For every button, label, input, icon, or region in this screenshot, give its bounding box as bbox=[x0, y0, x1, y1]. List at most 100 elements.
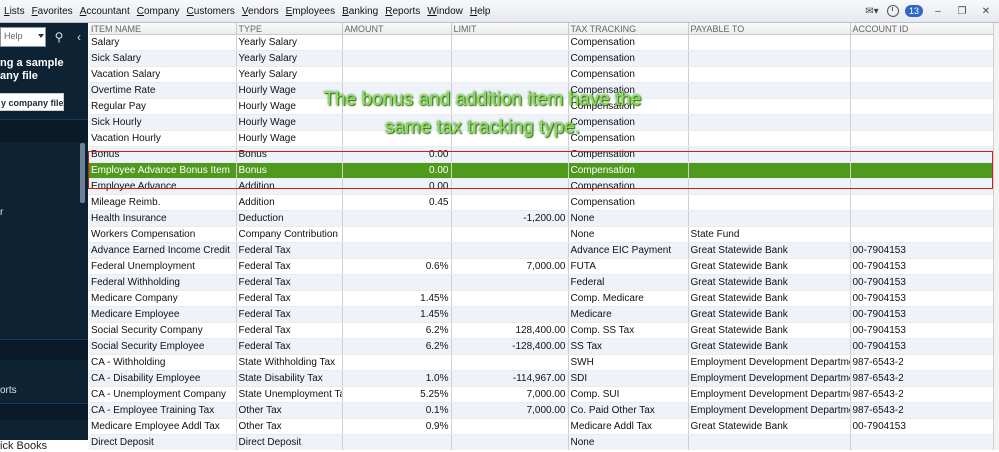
table-scrollbar[interactable] bbox=[993, 23, 999, 450]
column-header-tax-tracking[interactable]: TAX TRACKING bbox=[568, 23, 689, 35]
sidebar-item-label[interactable]: r bbox=[0, 207, 3, 218]
sidebar-scrollbar[interactable] bbox=[80, 143, 85, 203]
cell-account-id bbox=[850, 98, 993, 115]
table-row[interactable]: Vacation Hourly Hourly Wage Compensation bbox=[89, 130, 993, 147]
table-row[interactable]: Salary Yearly Salary Compensation bbox=[89, 34, 993, 51]
column-header-amount[interactable]: AMOUNT bbox=[342, 23, 452, 35]
table-row[interactable]: Sick Hourly Hourly Wage Compensation bbox=[89, 114, 993, 131]
menu-customers[interactable]: Customers bbox=[187, 6, 235, 17]
cell-amount bbox=[342, 66, 452, 83]
cell-payable-to bbox=[688, 50, 851, 67]
cell-item-name: Mileage Reimb. bbox=[89, 194, 237, 211]
cell-type: State Disability Tax bbox=[236, 370, 343, 387]
cell-type: State Withholding Tax bbox=[236, 354, 343, 371]
table-row[interactable]: Medicare Company Federal Tax 1.45% Comp. Me… bbox=[89, 290, 993, 307]
cell-item-name: CA - Unemployment Company bbox=[89, 386, 237, 403]
table-row[interactable]: CA - Withholding State Withholding Tax SWH… bbox=[89, 354, 993, 371]
restore-icon[interactable]: ❐ bbox=[953, 4, 971, 18]
table-row[interactable]: Advance Earned Income Credit Federal Tax A… bbox=[89, 242, 993, 259]
menu-vendors[interactable]: Vendors bbox=[242, 6, 279, 17]
column-header-limit[interactable]: LIMIT bbox=[451, 23, 569, 35]
table-row[interactable]: Medicare Employee Addl Tax Other Tax 0.9% M… bbox=[89, 418, 993, 435]
table-row[interactable]: Employee Advance Addition 0.00 Compensation bbox=[89, 178, 993, 195]
cell-item-name: Sick Hourly bbox=[89, 114, 237, 131]
open-company-file-button[interactable]: y company file bbox=[0, 93, 64, 111]
table-row[interactable]: Employee Advance Bonus Item Bonus 0.00 Comp… bbox=[89, 162, 993, 179]
payroll-item-table: ITEM NAME TYPE AMOUNT LIMIT TAX TRACKING PAYA… bbox=[89, 23, 993, 450]
cell-tax-tracking: None bbox=[568, 434, 689, 450]
table-row[interactable]: Social Security Employee Federal Tax 6.2% -… bbox=[89, 338, 993, 355]
menu-reports[interactable]: Reports bbox=[385, 6, 420, 17]
table-row[interactable]: Mileage Reimb. Addition 0.45 Compensation bbox=[89, 194, 993, 211]
cell-amount bbox=[342, 226, 452, 243]
table-row[interactable]: Bonus Bonus 0.00 Compensation bbox=[89, 146, 993, 163]
cell-type: Hourly Wage bbox=[236, 114, 343, 131]
left-sidebar: Help ⚲ ‹ ng a sample any file y company … bbox=[0, 23, 88, 440]
cell-account-id bbox=[850, 210, 993, 227]
payroll-item-list: ITEM NAME TYPE AMOUNT LIMIT TAX TRACKING PAYA… bbox=[89, 23, 993, 450]
cell-amount: 5.25% bbox=[342, 386, 452, 403]
reminders-count-badge[interactable]: 13 bbox=[904, 5, 923, 17]
table-row[interactable]: CA - Employee Training Tax Other Tax 0.1% 7… bbox=[89, 402, 993, 419]
menu-employees[interactable]: Employees bbox=[286, 6, 335, 17]
message-icon[interactable]: ✉▾ bbox=[863, 4, 881, 18]
cell-amount bbox=[342, 242, 452, 259]
cell-payable-to bbox=[688, 210, 851, 227]
cell-payable-to: Great Statewide Bank bbox=[688, 322, 851, 339]
cell-account-id: 987-6543-2 bbox=[850, 370, 993, 387]
column-header-payable-to[interactable]: PAYABLE TO bbox=[688, 23, 851, 35]
cell-type: Hourly Wage bbox=[236, 130, 343, 147]
menu-accountant[interactable]: Accountant bbox=[80, 6, 130, 17]
table-row[interactable]: Regular Pay Hourly Wage Compensation bbox=[89, 98, 993, 115]
table-row[interactable]: Federal Withholding Federal Tax Federal Gre… bbox=[89, 274, 993, 291]
table-row[interactable]: Direct Deposit Direct Deposit None bbox=[89, 434, 993, 450]
cell-type: Deduction bbox=[236, 210, 343, 227]
cell-limit bbox=[451, 226, 569, 243]
menu-help[interactable]: Help bbox=[470, 6, 491, 17]
table-row[interactable]: CA - Unemployment Company State Unemploym… bbox=[89, 386, 993, 403]
column-header-type[interactable]: TYPE bbox=[236, 23, 343, 35]
reminders-clock-icon[interactable] bbox=[886, 5, 899, 17]
table-row[interactable]: Health Insurance Deduction -1,200.00 None bbox=[89, 210, 993, 227]
table-row[interactable]: Vacation Salary Yearly Salary Compensation bbox=[89, 66, 993, 83]
cell-amount: 1.45% bbox=[342, 290, 452, 307]
cell-account-id: 00-7904153 bbox=[850, 274, 993, 291]
cell-payable-to: Employment Development Department bbox=[688, 386, 851, 403]
menu-lists[interactable]: Lists bbox=[4, 6, 25, 17]
cell-payable-to bbox=[688, 114, 851, 131]
cell-payable-to bbox=[688, 146, 851, 163]
collapse-sidebar-icon[interactable]: ‹ bbox=[72, 27, 86, 47]
cell-limit bbox=[451, 50, 569, 67]
menu-window[interactable]: Window bbox=[427, 6, 463, 17]
cell-account-id: 987-6543-2 bbox=[850, 386, 993, 403]
menu-banking[interactable]: Banking bbox=[342, 6, 378, 17]
cell-limit: -128,400.00 bbox=[451, 338, 569, 355]
cell-payable-to bbox=[688, 194, 851, 211]
table-row[interactable]: Overtime Rate Hourly Wage Compensation bbox=[89, 82, 993, 99]
cell-item-name: Employee Advance bbox=[89, 178, 237, 195]
sidebar-item-reports[interactable]: orts bbox=[0, 385, 17, 396]
table-row[interactable]: Sick Salary Yearly Salary Compensation bbox=[89, 50, 993, 67]
cell-limit bbox=[451, 162, 569, 179]
cell-type: Federal Tax bbox=[236, 258, 343, 275]
menu-company[interactable]: Company bbox=[137, 6, 180, 17]
cell-type: Company Contribution bbox=[236, 226, 343, 243]
close-icon[interactable]: ✕ bbox=[977, 4, 995, 18]
table-row[interactable]: CA - Disability Employee State Disability… bbox=[89, 370, 993, 387]
table-row[interactable]: Social Security Company Federal Tax 6.2% 12… bbox=[89, 322, 993, 339]
cell-type: Federal Tax bbox=[236, 274, 343, 291]
menu-favorites[interactable]: Favorites bbox=[32, 6, 73, 17]
cell-payable-to: Employment Development Department bbox=[688, 370, 851, 387]
chevron-down-icon[interactable] bbox=[38, 34, 44, 38]
column-header-account-id[interactable]: ACCOUNT ID bbox=[850, 23, 993, 35]
sample-company-message: ng a sample any file bbox=[0, 57, 64, 82]
cell-tax-tracking: Compensation bbox=[568, 146, 689, 163]
minimize-icon[interactable]: – bbox=[929, 4, 947, 18]
cell-limit bbox=[451, 82, 569, 99]
search-icon[interactable]: ⚲ bbox=[50, 27, 68, 47]
table-row[interactable]: Federal Unemployment Federal Tax 0.6% 7,000… bbox=[89, 258, 993, 275]
cell-tax-tracking: Compensation bbox=[568, 114, 689, 131]
column-header-item-name[interactable]: ITEM NAME bbox=[89, 23, 237, 35]
table-row[interactable]: Workers Compensation Company Contribution… bbox=[89, 226, 993, 243]
table-row[interactable]: Medicare Employee Federal Tax 1.45% Medicar… bbox=[89, 306, 993, 323]
